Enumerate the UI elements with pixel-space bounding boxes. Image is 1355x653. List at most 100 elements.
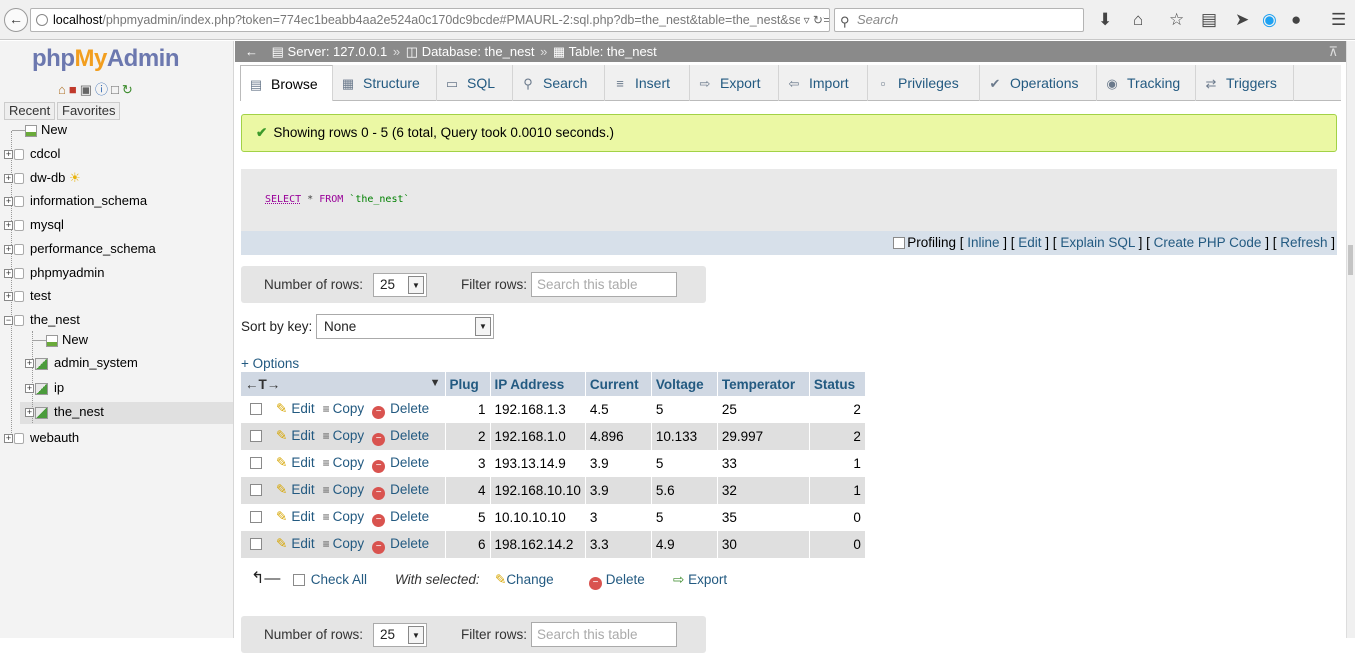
scrollbar-thumb[interactable] [1348,245,1353,275]
docs-icon[interactable]: □ [111,82,122,97]
row-checkbox[interactable] [250,510,262,523]
chat-icon[interactable]: ● [1291,10,1301,30]
delete-link[interactable]: Delete [390,428,429,443]
edit-link[interactable]: Edit [291,482,314,497]
options-link[interactable]: + Options [241,356,299,371]
reading-list-icon[interactable]: ▤ [1201,10,1217,30]
edit-query-link[interactable]: Edit [1018,235,1041,250]
header-temperator[interactable]: Temperator [717,372,810,396]
tab-export[interactable]: ⇨ Export [690,65,779,101]
refresh-link[interactable]: Refresh [1280,235,1327,250]
bulk-delete-button[interactable]: − Delete [589,572,645,590]
tree-item-the-nest-db[interactable]: − the_nest [4,310,80,330]
copy-link[interactable]: Copy [333,509,365,524]
url-bar[interactable]: localhost/phpmyadmin/index.php?token=774… [30,8,830,32]
tree-item-new[interactable]: — New [12,120,67,140]
tree-item-mysql[interactable]: + mysql [4,215,64,235]
row-checkbox[interactable] [250,483,262,496]
phpmyadmin-logo[interactable]: phpMyAdmin [32,45,180,73]
sql-query-box[interactable]: SELECT * FROM `the_nest` [241,169,1337,231]
tree-item-dw-db[interactable]: + dw-db ☀ [4,168,81,188]
menu-icon[interactable]: ☰ [1331,10,1346,30]
tab-import[interactable]: ⇦ Import [779,65,868,101]
inline-link[interactable]: Inline [967,235,999,250]
filter-rows-input[interactable]: Search this table [531,622,677,647]
row-checkbox[interactable] [250,402,262,415]
breadcrumb-server[interactable]: Server: 127.0.0.1 [288,44,388,59]
collapse-sidebar-icon[interactable]: ← [245,44,258,59]
send-icon[interactable]: ➤ [1235,10,1249,30]
number-of-rows-select[interactable]: 25 ▼ [373,623,427,647]
breadcrumb-database[interactable]: Database: the_nest [422,44,535,59]
query-window-icon[interactable]: ▣ [80,82,95,97]
tab-triggers[interactable]: ⇄ Triggers [1196,65,1294,101]
header-ip-address[interactable]: IP Address [490,372,586,396]
tab-search[interactable]: ⚲ Search [513,65,605,101]
header-voltage[interactable]: Voltage [651,372,718,396]
row-checkbox[interactable] [250,537,262,550]
tree-item-the-nest-table[interactable]: + the_nest [25,402,104,422]
download-icon[interactable]: ⬇ [1098,10,1112,30]
header-status[interactable]: Status [809,372,866,396]
create-php-code-link[interactable]: Create PHP Code [1154,235,1262,250]
header-current[interactable]: Current [585,372,652,396]
delete-link[interactable]: Delete [390,536,429,551]
tree-item-ip[interactable]: + ip [25,378,64,398]
skype-icon[interactable]: ◉ [1262,10,1277,30]
tab-browse[interactable]: ▤ Browse [240,65,333,101]
edit-link[interactable]: Edit [291,536,314,551]
home-icon[interactable]: ⌂ [58,82,69,97]
copy-link[interactable]: Copy [333,428,365,443]
help-icon[interactable]: ⓘ [95,82,111,97]
edit-link[interactable]: Edit [291,455,314,470]
tab-privileges[interactable]: ▫ Privileges [868,65,980,101]
check-all-checkbox[interactable] [293,574,305,587]
copy-link[interactable]: Copy [333,482,365,497]
edit-link[interactable]: Edit [291,428,314,443]
row-checkbox[interactable] [250,456,262,469]
sort-by-key-select[interactable]: None ▼ [316,314,494,339]
browser-search-input[interactable]: ⚲ Search [834,8,1084,32]
tab-insert[interactable]: ≡ Insert [605,65,690,101]
header-plug[interactable]: Plug [445,372,491,396]
reload-icon[interactable]: ▿ ↻ [799,9,823,31]
filter-rows-input[interactable]: Search this table [531,272,677,297]
tab-sql[interactable]: ▭ SQL [437,65,513,101]
row-checkbox[interactable] [250,429,262,442]
edit-link[interactable]: Edit [291,509,314,524]
tree-item-cdcol[interactable]: + cdcol [4,144,60,164]
bookmark-star-icon[interactable]: ☆ [1169,10,1184,30]
back-arrow-icon[interactable]: ← [4,8,28,32]
column-arrows[interactable]: ←T→ [245,377,280,392]
edit-link[interactable]: Edit [291,401,314,416]
copy-link[interactable]: Copy [333,536,365,551]
tab-tracking[interactable]: ◉ Tracking [1097,65,1196,101]
tree-item-performance-schema[interactable]: + performance_schema [4,239,156,259]
copy-link[interactable]: Copy [333,455,365,470]
copy-link[interactable]: Copy [333,401,365,416]
home-icon[interactable]: ⌂ [1133,10,1143,30]
page-scrollbar[interactable] [1346,41,1355,638]
check-all[interactable]: Check All [293,572,367,587]
collapse-top-icon[interactable]: ⊼ [1328,41,1338,62]
bulk-export-button[interactable]: ⇨ Export [673,572,727,588]
delete-link[interactable]: Delete [390,509,429,524]
tree-item-the-nest-new[interactable]: — New [33,330,88,350]
delete-link[interactable]: Delete [390,482,429,497]
number-of-rows-select[interactable]: 25 ▼ [373,273,427,297]
delete-link[interactable]: Delete [390,401,429,416]
tree-item-admin-system[interactable]: + admin_system [25,353,138,373]
explain-sql-link[interactable]: Explain SQL [1060,235,1135,250]
tree-item-information-schema[interactable]: + information_schema [4,191,147,211]
profiling-checkbox[interactable] [893,237,906,250]
breadcrumb-table[interactable]: Table: the_nest [569,44,657,59]
tab-operations[interactable]: ✔ Operations [980,65,1097,101]
tab-structure[interactable]: ▦ Structure [333,65,437,101]
column-menu-icon[interactable]: ▼ [430,377,441,389]
favorites-tab[interactable]: Favorites [57,102,121,120]
delete-link[interactable]: Delete [390,455,429,470]
reload-icon[interactable]: ↻ [122,82,136,97]
exit-icon[interactable]: ■ [69,82,80,97]
tree-item-webauth[interactable]: + webauth [4,428,79,448]
tree-item-phpmyadmin[interactable]: + phpmyadmin [4,263,104,283]
